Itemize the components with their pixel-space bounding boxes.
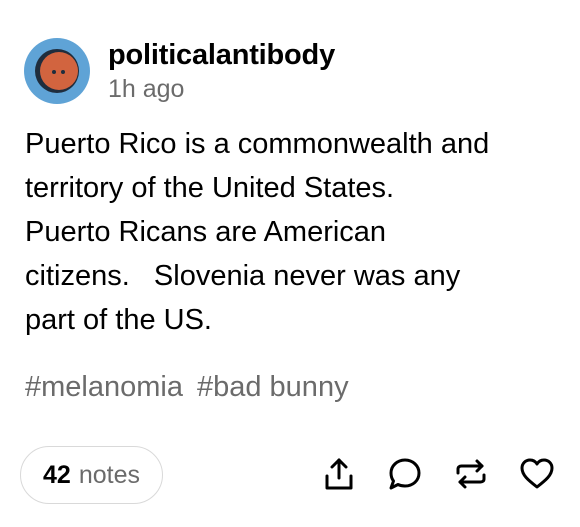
tag-list: #melanomia #bad bunny [25, 367, 349, 407]
tag-melanomia[interactable]: #melanomia [25, 367, 183, 407]
share-button[interactable] [320, 455, 358, 493]
heart-icon [520, 458, 554, 489]
avatar-face-icon [35, 49, 79, 93]
reply-icon [389, 458, 421, 490]
reblog-button[interactable] [452, 455, 490, 493]
timestamp: 1h ago [108, 75, 185, 103]
username[interactable]: politicalantibody [108, 38, 335, 72]
post-header-text: politicalantibody 1h ago [108, 38, 335, 104]
notes-button[interactable]: 42 notes [20, 446, 163, 504]
tag-bad-bunny[interactable]: #bad bunny [197, 367, 349, 407]
post-body: Puerto Rico is a commonwealth and territ… [25, 128, 490, 336]
reply-button[interactable] [386, 455, 424, 493]
post-card: politicalantibody 1h ago Puerto Rico is … [0, 0, 580, 527]
share-icon [325, 458, 353, 490]
notes-label: notes [78, 460, 140, 489]
post-header: politicalantibody 1h ago [24, 36, 335, 106]
notes-count: 42 [43, 460, 71, 489]
reblog-icon [456, 459, 486, 489]
post-actions [320, 455, 556, 493]
avatar[interactable] [24, 38, 90, 104]
like-button[interactable] [518, 455, 556, 493]
